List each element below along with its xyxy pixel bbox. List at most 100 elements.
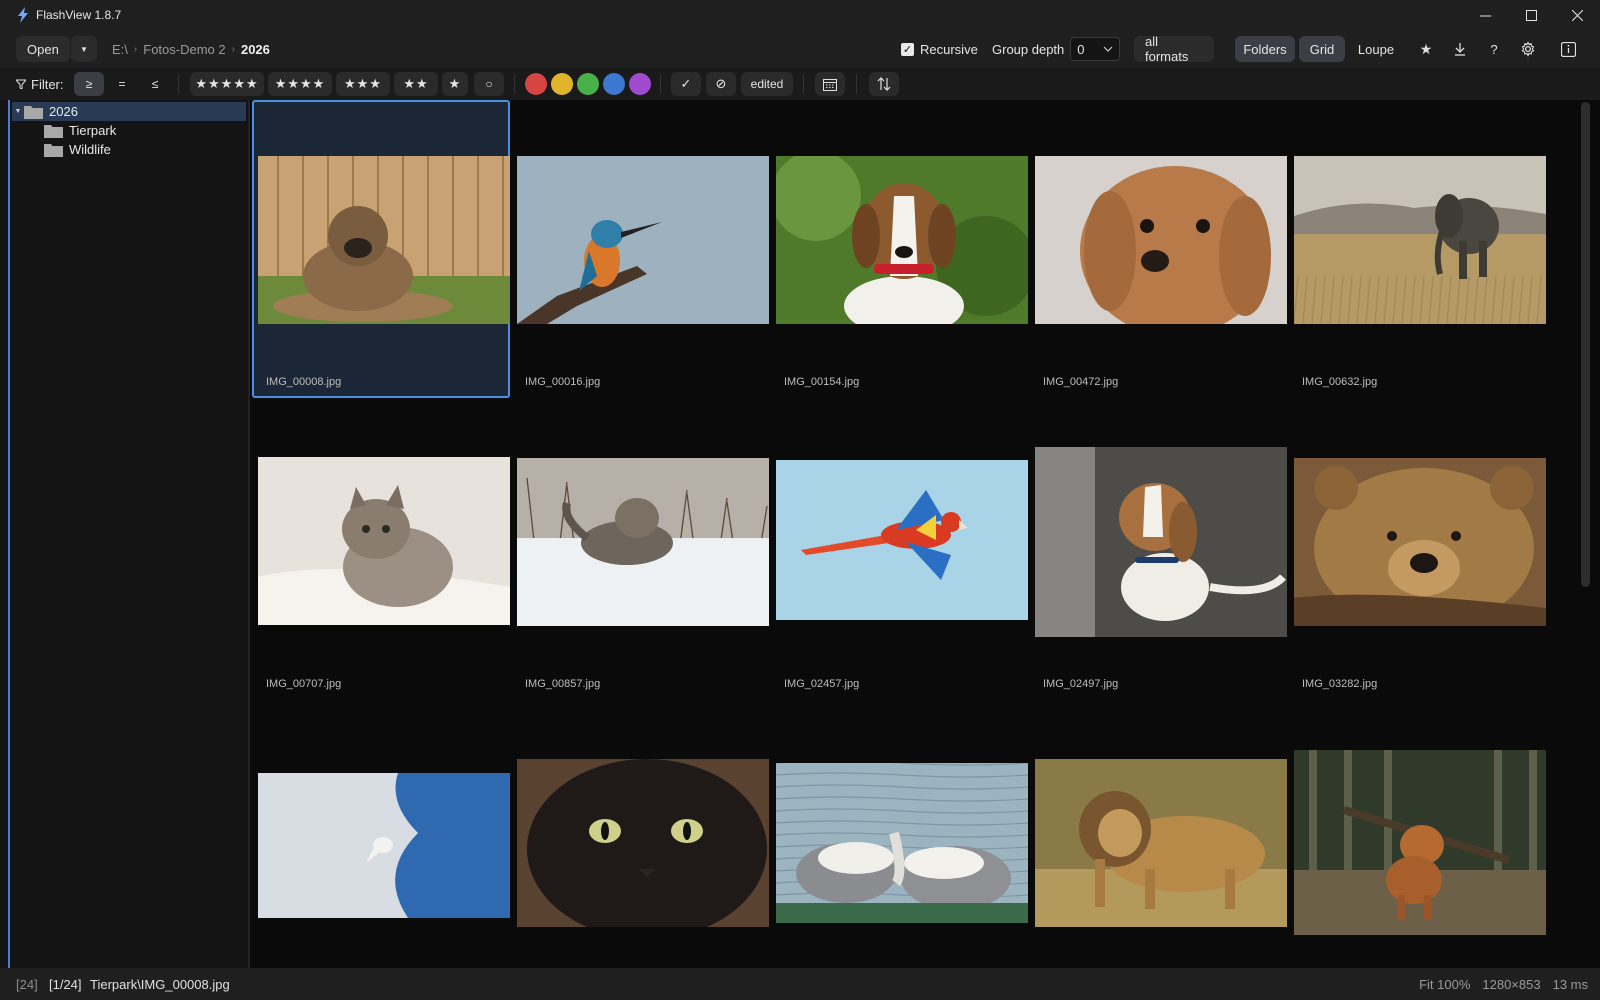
status-dimensions: 1280×853 — [1482, 976, 1541, 992]
thumbnail-card[interactable] — [770, 703, 1028, 968]
filter-label-text: Filter: — [31, 76, 64, 92]
gear-icon — [1521, 41, 1535, 57]
thumbnail-image-elephant[interactable] — [1294, 156, 1546, 324]
window-title: FlashView 1.8.7 — [36, 8, 122, 22]
close-button[interactable] — [1554, 0, 1600, 30]
folder-tree-item-2026[interactable]: ▼ 2026 — [12, 102, 246, 121]
breadcrumb-folder[interactable]: Fotos-Demo 2 — [143, 42, 225, 57]
breadcrumb-drive[interactable]: E:\ — [112, 42, 128, 57]
thumbnail-card[interactable]: IMG_03282.jpg — [1288, 402, 1546, 700]
separator — [514, 74, 515, 94]
filter-compare-lte[interactable]: ≤ — [141, 72, 169, 96]
thumbnail-image-poodle-puppy[interactable] — [1035, 156, 1287, 324]
panel-splitter[interactable] — [248, 100, 250, 968]
thumbnail-card[interactable]: IMG_00857.jpg — [511, 402, 769, 700]
grid-scrollbar-thumb[interactable] — [1581, 102, 1590, 587]
thumbnail-image-kitten[interactable] — [258, 457, 510, 625]
folder-tree-item-tierpark[interactable]: Tierpark — [44, 121, 116, 140]
thumbnail-card[interactable] — [252, 703, 510, 968]
close-icon — [1571, 9, 1583, 21]
thumbnail-card[interactable]: IMG_02497.jpg — [1029, 402, 1287, 700]
separator — [856, 74, 857, 94]
thumbnail-card[interactable]: IMG_00154.jpg — [770, 100, 1028, 398]
thumbnail-card[interactable] — [1288, 703, 1546, 968]
thumbnail-filename: IMG_00472.jpg — [1043, 376, 1119, 388]
chevron-down-icon: ▼ — [80, 44, 88, 54]
folder-tree-item-wildlife[interactable]: Wildlife — [44, 140, 111, 159]
filter-compare-eq[interactable]: = — [108, 72, 136, 96]
recursive-toggle[interactable]: ✓ Recursive — [901, 30, 978, 68]
folder-icon — [44, 143, 63, 157]
chevron-right-icon: › — [133, 43, 138, 55]
color-label-filter-3[interactable] — [603, 73, 625, 95]
formats-button[interactable]: all formats — [1134, 34, 1214, 64]
thumbnail-image-beagle-puppy[interactable] — [1035, 447, 1287, 637]
thumbnail-grid: IMG_00008.jpg IMG_00016.jpg IMG_00154.jpg I… — [252, 100, 1580, 968]
expand-toggle-icon[interactable]: ▼ — [12, 108, 24, 115]
thumbnail-card[interactable]: IMG_00707.jpg — [252, 402, 510, 700]
favorite-button[interactable]: ★ — [1411, 36, 1441, 62]
color-label-filter-2[interactable] — [577, 73, 599, 95]
info-panel-icon — [1560, 41, 1576, 57]
thumbnail-card[interactable]: IMG_00472.jpg — [1029, 100, 1287, 398]
maximize-button[interactable] — [1508, 0, 1554, 30]
thumbnail-card[interactable]: IMG_00016.jpg — [511, 100, 769, 398]
filter-date-button[interactable] — [815, 72, 845, 96]
sort-button[interactable] — [869, 72, 899, 96]
thumbnail-filename: IMG_00707.jpg — [266, 678, 342, 690]
filter-rejected-button[interactable]: ⊘ — [706, 72, 736, 96]
filter-rating-none[interactable]: ○ — [474, 72, 504, 96]
filter-rating-3[interactable]: ★★★ — [336, 72, 390, 96]
loupe-view-button[interactable]: Loupe — [1349, 36, 1403, 62]
open-button[interactable]: Open — [16, 36, 70, 62]
filter-rating-5[interactable]: ★★★★★ — [190, 72, 264, 96]
open-dropdown-button[interactable]: ▼ — [71, 36, 97, 62]
folder-tree-label: Wildlife — [69, 142, 111, 157]
thumbnail-filename: IMG_02497.jpg — [1043, 678, 1119, 690]
thumbnail-image-kingfisher[interactable] — [517, 156, 769, 324]
filter-edited-button[interactable]: edited — [741, 72, 793, 96]
thumbnail-image-brown-bear[interactable] — [1294, 458, 1546, 626]
group-depth-select[interactable]: 0 — [1070, 37, 1121, 61]
sort-icon — [877, 77, 891, 91]
title-bar: FlashView 1.8.7 — [0, 0, 1600, 30]
info-panel-button[interactable] — [1553, 36, 1583, 62]
thumbnail-image-beagle[interactable] — [776, 156, 1028, 324]
download-icon — [1455, 43, 1465, 56]
minimize-button[interactable] — [1462, 0, 1508, 30]
thumbnail-image-black-cat[interactable] — [517, 759, 769, 927]
grid-view-button[interactable]: Grid — [1299, 36, 1345, 62]
separator — [178, 74, 179, 94]
folders-toggle-button[interactable]: Folders — [1235, 36, 1295, 62]
thumbnail-card[interactable] — [511, 703, 769, 968]
thumbnail-image-cat-in-snow[interactable] — [517, 458, 769, 626]
filter-compare-gte[interactable]: ≥ — [74, 72, 104, 96]
thumbnail-filename: IMG_00857.jpg — [525, 678, 601, 690]
filter-rating-2[interactable]: ★★ — [394, 72, 438, 96]
thumbnail-image-puppy[interactable] — [258, 156, 510, 324]
status-position: [1/24] — [49, 976, 82, 992]
filter-bar: Filter: ≥ = ≤ ★★★★★ ★★★★ ★★★ ★★ ★ ○ ✓ ⊘ … — [0, 68, 1600, 100]
color-label-filter-0[interactable] — [525, 73, 547, 95]
thumbnail-card[interactable] — [1029, 703, 1287, 968]
thumbnail-image-macaw[interactable] — [776, 460, 1028, 620]
separator — [660, 74, 661, 94]
thumbnail-image-egret[interactable] — [258, 773, 510, 918]
settings-button[interactable] — [1513, 36, 1543, 62]
thumbnail-card[interactable]: IMG_02457.jpg — [770, 402, 1028, 700]
color-label-filter-4[interactable] — [629, 73, 651, 95]
recursive-checkbox[interactable]: ✓ — [901, 42, 914, 56]
thumbnail-image-geese[interactable] — [776, 763, 1028, 923]
filter-picked-button[interactable]: ✓ — [671, 72, 701, 96]
maximize-icon — [1525, 9, 1537, 21]
filter-rating-1[interactable]: ★ — [442, 72, 468, 96]
download-button[interactable] — [1445, 36, 1475, 62]
help-button[interactable]: ? — [1479, 36, 1509, 62]
breadcrumb-current[interactable]: 2026 — [241, 42, 270, 57]
color-label-filter-1[interactable] — [551, 73, 573, 95]
thumbnail-image-lion[interactable] — [1035, 759, 1287, 927]
thumbnail-card[interactable]: IMG_00008.jpg — [252, 100, 510, 398]
filter-rating-4[interactable]: ★★★★ — [268, 72, 332, 96]
thumbnail-image-dog-with-stick[interactable] — [1294, 750, 1546, 935]
thumbnail-card[interactable]: IMG_00632.jpg — [1288, 100, 1546, 398]
